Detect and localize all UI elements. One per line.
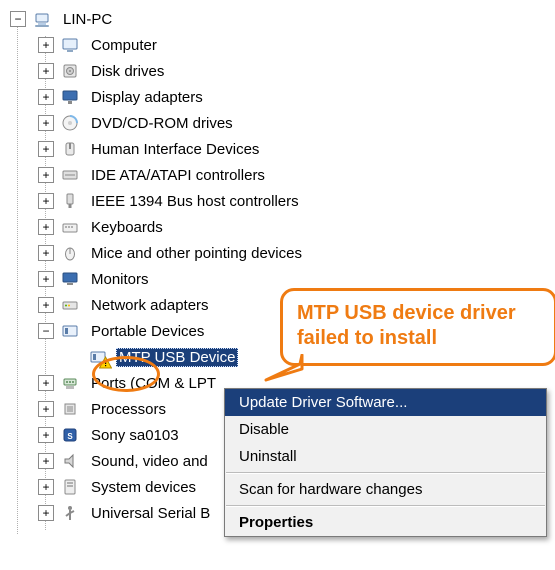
cpu-icon [60,399,80,419]
dvd-icon [60,113,80,133]
annotation-callout-tail-icon [264,354,304,384]
expander-icon[interactable]: + [38,375,54,391]
portable-device-icon [88,347,108,367]
annotation-callout: MTP USB device driver failed to install [280,288,555,366]
context-menu: Update Driver Software...DisableUninstal… [224,388,547,537]
expander-icon[interactable]: + [38,89,54,105]
disk-icon [60,61,80,81]
tree-category-label: Ports (COM & LPT [88,374,219,393]
expander-icon[interactable]: + [38,115,54,131]
tree-category[interactable]: + Disk drives [10,58,555,84]
expander-icon[interactable]: + [38,63,54,79]
tree-root[interactable]: − LIN-PC [10,6,555,32]
menu-item[interactable]: Update Driver Software... [225,389,546,416]
annotation-callout-text: MTP USB device driver failed to install [297,302,516,349]
expander-icon[interactable]: + [38,427,54,443]
tree-category[interactable]: + IDE ATA/ATAPI controllers [10,162,555,188]
tree-device-label: MTP USB Device [116,348,238,367]
tree-category-label: Sony sa0103 [88,426,182,445]
expander-icon[interactable]: − [38,323,54,339]
tree-category-label: Computer [88,36,160,55]
menu-separator [226,505,545,507]
sony-icon [60,425,80,445]
expander-icon[interactable]: + [38,245,54,261]
computer-root-icon [32,9,52,29]
tree-category-label: System devices [88,478,199,497]
menu-item[interactable]: Disable [225,416,546,443]
menu-separator [226,472,545,474]
hid-icon [60,139,80,159]
tree-category-label: Keyboards [88,218,166,237]
tree-category-label: Mice and other pointing devices [88,244,305,263]
tree-root-label: LIN-PC [60,10,115,29]
menu-item[interactable]: Uninstall [225,443,546,470]
keyboard-icon [60,217,80,237]
expander-icon[interactable]: + [38,193,54,209]
ports-icon [60,373,80,393]
expander-icon[interactable]: + [38,271,54,287]
display-icon [60,87,80,107]
usb-icon [60,503,80,523]
tree-category-label: IDE ATA/ATAPI controllers [88,166,268,185]
expander-icon[interactable]: + [38,297,54,313]
menu-item[interactable]: Properties [225,509,546,536]
network-icon [60,295,80,315]
tree-category-label: Monitors [88,270,152,289]
tree-category[interactable]: + Display adapters [10,84,555,110]
tree-category-label: Network adapters [88,296,212,315]
tree-category-label: Portable Devices [88,322,207,341]
warning-overlay-icon [99,356,112,369]
portable-icon [60,321,80,341]
expander-icon[interactable]: − [10,11,26,27]
tree-category-label: Human Interface Devices [88,140,262,159]
monitor-icon [60,269,80,289]
tree-category[interactable]: + Mice and other pointing devices [10,240,555,266]
computer-icon [60,35,80,55]
mouse-icon [60,243,80,263]
tree-category[interactable]: + Human Interface Devices [10,136,555,162]
expander-icon[interactable]: + [38,167,54,183]
tree-category-label: Processors [88,400,169,419]
tree-category[interactable]: + Keyboards [10,214,555,240]
menu-item[interactable]: Scan for hardware changes [225,476,546,503]
expander-icon[interactable]: + [38,479,54,495]
expander-icon[interactable]: + [38,401,54,417]
sound-icon [60,451,80,471]
tree-category-label: DVD/CD-ROM drives [88,114,236,133]
tree-category-label: Sound, video and [88,452,211,471]
expander-icon[interactable]: + [38,37,54,53]
expander-icon[interactable]: + [38,219,54,235]
tree-category[interactable]: + IEEE 1394 Bus host controllers [10,188,555,214]
tree-category-label: Universal Serial B [88,504,213,523]
ieee-icon [60,191,80,211]
ide-icon [60,165,80,185]
expander-icon[interactable]: + [38,505,54,521]
tree-category-label: Display adapters [88,88,206,107]
expander-icon[interactable]: + [38,141,54,157]
tree-category-label: Disk drives [88,62,167,81]
tree-category-label: IEEE 1394 Bus host controllers [88,192,302,211]
tree-category[interactable]: + DVD/CD-ROM drives [10,110,555,136]
expander-icon[interactable]: + [38,453,54,469]
system-icon [60,477,80,497]
tree-category[interactable]: + Computer [10,32,555,58]
